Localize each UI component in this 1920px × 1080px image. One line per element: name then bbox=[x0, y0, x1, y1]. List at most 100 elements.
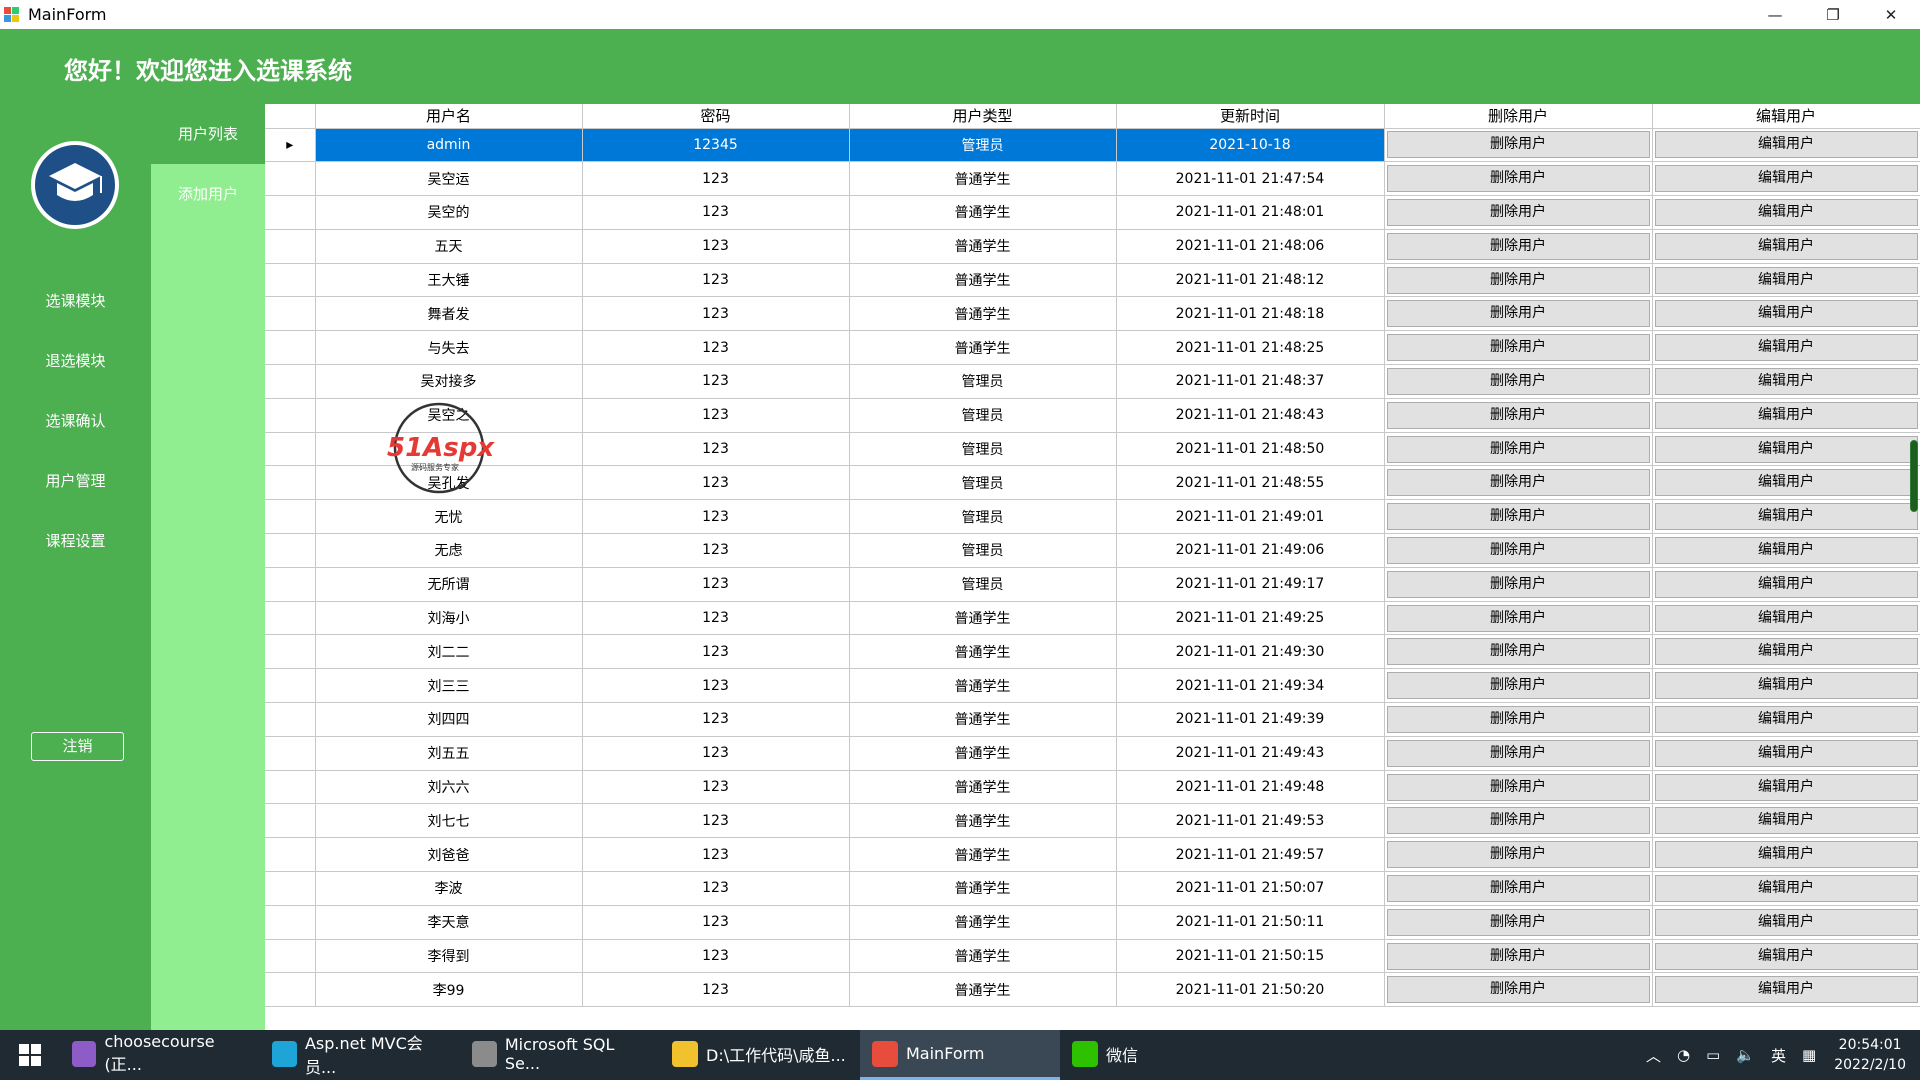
cell-user-type[interactable]: 管理员 bbox=[849, 432, 1117, 467]
delete-user-button[interactable]: 删除用户 bbox=[1386, 976, 1650, 1004]
cell-username[interactable]: 刘三三 bbox=[315, 668, 583, 704]
edit-user-button[interactable]: 编辑用户 bbox=[1654, 503, 1918, 531]
edit-user-button[interactable]: 编辑用户 bbox=[1654, 469, 1918, 497]
cell-updated-time[interactable]: 2021-11-01 21:49:01 bbox=[1116, 499, 1385, 535]
edit-user-button[interactable]: 编辑用户 bbox=[1654, 300, 1918, 328]
cell-username[interactable]: 刘四四 bbox=[315, 702, 583, 737]
cell-username[interactable]: 吴孔发 bbox=[315, 465, 583, 501]
column-header-updated[interactable]: 更新时间 bbox=[1116, 104, 1385, 129]
vertical-scrollbar[interactable] bbox=[1910, 440, 1918, 512]
table-row[interactable]: ▸ admin 12345 管理员 2021-10-18 删除用户 编辑用户 bbox=[265, 128, 1920, 163]
taskbar-item[interactable]: Asp.net MVC会员... bbox=[260, 1030, 460, 1080]
edit-user-button[interactable]: 编辑用户 bbox=[1654, 773, 1918, 801]
row-header[interactable] bbox=[265, 972, 316, 1008]
cell-updated-time[interactable]: 2021-11-01 21:49:34 bbox=[1116, 668, 1385, 704]
cell-password[interactable]: 123 bbox=[582, 161, 850, 197]
cell-user-type[interactable]: 普通学生 bbox=[849, 770, 1117, 805]
sidebar-item-course-settings[interactable]: 课程设置 bbox=[0, 530, 151, 551]
cell-updated-time[interactable]: 2021-11-01 21:48:06 bbox=[1116, 229, 1385, 264]
table-row[interactable]: 无虑 123 管理员 2021-11-01 21:49:06 删除用户 编辑用户 bbox=[265, 533, 1920, 568]
row-header[interactable]: ▸ bbox=[265, 128, 316, 163]
edit-user-button[interactable]: 编辑用户 bbox=[1654, 367, 1918, 395]
delete-user-button[interactable]: 删除用户 bbox=[1386, 874, 1650, 902]
cell-username[interactable]: 李波 bbox=[315, 871, 583, 906]
cell-updated-time[interactable]: 2021-11-01 21:50:20 bbox=[1116, 972, 1385, 1008]
cell-password[interactable]: 123 bbox=[582, 770, 850, 805]
cell-password[interactable]: 123 bbox=[582, 398, 850, 433]
row-header[interactable] bbox=[265, 364, 316, 399]
cell-username[interactable]: 与失去 bbox=[315, 330, 583, 366]
cell-user-type[interactable]: 普通学生 bbox=[849, 803, 1117, 839]
cell-user-type[interactable]: 管理员 bbox=[849, 128, 1117, 163]
cell-updated-time[interactable]: 2021-11-01 21:50:15 bbox=[1116, 939, 1385, 974]
cell-password[interactable]: 123 bbox=[582, 296, 850, 332]
cell-username[interactable]: 吴对接多 bbox=[315, 364, 583, 399]
cell-username[interactable]: 刘六六 bbox=[315, 770, 583, 805]
cell-password[interactable]: 123 bbox=[582, 634, 850, 670]
cell-user-type[interactable]: 普通学生 bbox=[849, 161, 1117, 197]
delete-user-button[interactable]: 删除用户 bbox=[1386, 705, 1650, 733]
edit-user-button[interactable]: 编辑用户 bbox=[1654, 807, 1918, 835]
cell-password[interactable]: 123 bbox=[582, 330, 850, 366]
cell-password[interactable]: 123 bbox=[582, 871, 850, 906]
edit-user-button[interactable]: 编辑用户 bbox=[1654, 570, 1918, 598]
subnav-item-add-user[interactable]: 添加用户 bbox=[151, 164, 265, 224]
cell-user-type[interactable]: 普通学生 bbox=[849, 634, 1117, 670]
delete-user-button[interactable]: 删除用户 bbox=[1386, 131, 1650, 159]
delete-user-button[interactable]: 删除用户 bbox=[1386, 401, 1650, 429]
edit-user-button[interactable]: 编辑用户 bbox=[1654, 232, 1918, 260]
delete-user-button[interactable]: 删除用户 bbox=[1386, 604, 1650, 632]
cell-user-type[interactable]: 普通学生 bbox=[849, 837, 1117, 873]
table-row[interactable]: 刘二二 123 普通学生 2021-11-01 21:49:30 删除用户 编辑用户 bbox=[265, 634, 1920, 670]
delete-user-button[interactable]: 删除用户 bbox=[1386, 942, 1650, 970]
cell-username[interactable]: 刘五五 bbox=[315, 736, 583, 771]
cell-user-type[interactable]: 管理员 bbox=[849, 398, 1117, 433]
column-header-user-type[interactable]: 用户类型 bbox=[849, 104, 1117, 129]
cell-password[interactable]: 123 bbox=[582, 499, 850, 535]
edit-user-button[interactable]: 编辑用户 bbox=[1654, 165, 1918, 193]
row-header[interactable] bbox=[265, 803, 316, 839]
sidebar-item-confirm-course[interactable]: 选课确认 bbox=[0, 410, 151, 431]
edit-user-button[interactable]: 编辑用户 bbox=[1654, 435, 1918, 463]
row-header[interactable] bbox=[265, 939, 316, 974]
cell-updated-time[interactable]: 2021-11-01 21:49:25 bbox=[1116, 601, 1385, 636]
cell-password[interactable]: 123 bbox=[582, 533, 850, 568]
row-header[interactable] bbox=[265, 601, 316, 636]
table-row[interactable]: 吴空运 123 普通学生 2021-11-01 21:47:54 删除用户 编辑用户 bbox=[265, 161, 1920, 197]
delete-user-button[interactable]: 删除用户 bbox=[1386, 334, 1650, 362]
edit-user-button[interactable]: 编辑用户 bbox=[1654, 739, 1918, 767]
cell-username[interactable]: 吴空之 bbox=[315, 398, 583, 433]
table-row[interactable]: 王大锤 123 普通学生 2021-11-01 21:48:12 删除用户 编辑用户 bbox=[265, 263, 1920, 298]
cell-user-type[interactable]: 普通学生 bbox=[849, 195, 1117, 230]
edit-user-button[interactable]: 编辑用户 bbox=[1654, 604, 1918, 632]
row-header[interactable] bbox=[265, 905, 316, 940]
clock[interactable]: 20:54:01 2022/2/10 bbox=[1834, 1035, 1906, 1075]
cell-updated-time[interactable]: 2021-11-01 21:49:17 bbox=[1116, 567, 1385, 602]
cell-password[interactable]: 123 bbox=[582, 837, 850, 873]
cell-user-type[interactable]: 管理员 bbox=[849, 465, 1117, 501]
delete-user-button[interactable]: 删除用户 bbox=[1386, 266, 1650, 294]
column-header-edit[interactable]: 编辑用户 bbox=[1652, 104, 1920, 129]
row-header[interactable] bbox=[265, 871, 316, 906]
cell-password[interactable]: 123 bbox=[582, 465, 850, 501]
cell-updated-time[interactable]: 2021-11-01 21:48:37 bbox=[1116, 364, 1385, 399]
cell-user-type[interactable]: 普通学生 bbox=[849, 330, 1117, 366]
delete-user-button[interactable]: 删除用户 bbox=[1386, 672, 1650, 700]
edit-user-button[interactable]: 编辑用户 bbox=[1654, 874, 1918, 902]
row-header[interactable] bbox=[265, 263, 316, 298]
edit-user-button[interactable]: 编辑用户 bbox=[1654, 908, 1918, 936]
cell-user-type[interactable]: 普通学生 bbox=[849, 263, 1117, 298]
cell-user-type[interactable]: 管理员 bbox=[849, 364, 1117, 399]
table-row[interactable]: 李99 123 普通学生 2021-11-01 21:50:20 删除用户 编辑用户 bbox=[265, 972, 1920, 1008]
row-header[interactable] bbox=[265, 770, 316, 805]
cell-password[interactable]: 123 bbox=[582, 702, 850, 737]
cell-username[interactable]: 刘二二 bbox=[315, 634, 583, 670]
cell-username[interactable]: 王大锤 bbox=[315, 263, 583, 298]
taskbar-item[interactable]: D:\工作代码\咸鱼... bbox=[660, 1030, 860, 1080]
cell-username[interactable]: 五天 bbox=[315, 229, 583, 264]
cell-updated-time[interactable]: 2021-11-01 21:49:53 bbox=[1116, 803, 1385, 839]
table-row[interactable]: 吴对接多 123 管理员 2021-11-01 21:48:37 删除用户 编辑用户 bbox=[265, 364, 1920, 399]
restore-button[interactable]: ❐ bbox=[1804, 0, 1862, 29]
minimize-button[interactable]: — bbox=[1746, 0, 1804, 29]
cell-password[interactable]: 123 bbox=[582, 972, 850, 1008]
